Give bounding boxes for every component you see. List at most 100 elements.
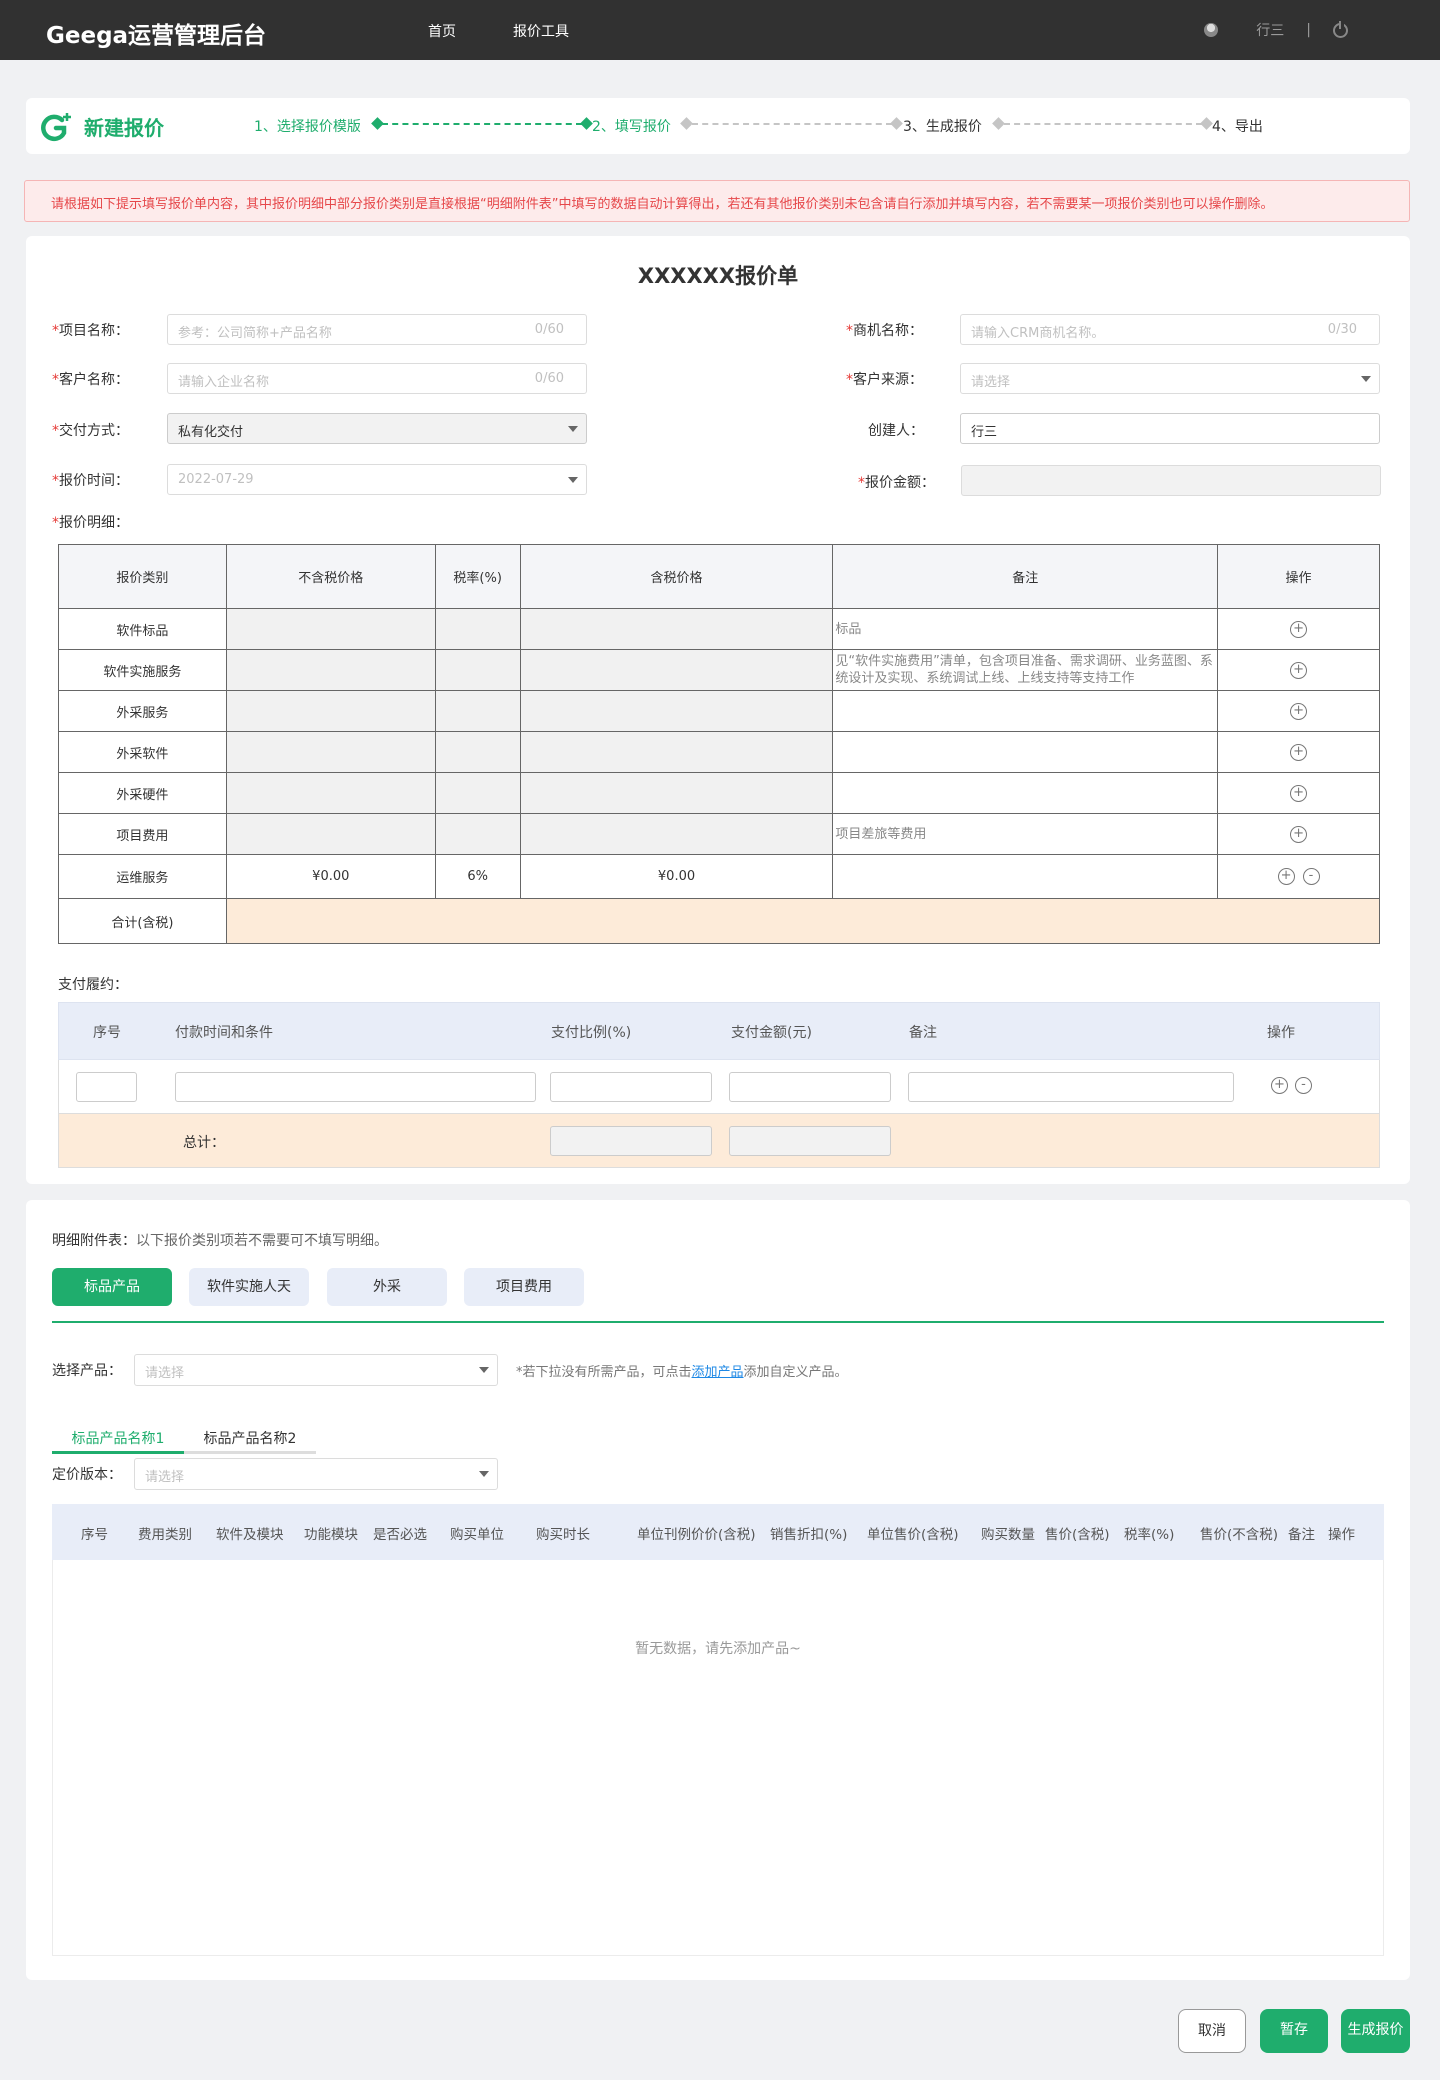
add-payment-icon[interactable]: +	[1271, 1077, 1288, 1094]
nav-quote-tool[interactable]: 报价工具	[513, 21, 569, 41]
actions-cell: +	[1217, 690, 1380, 732]
add-row-icon[interactable]: +	[1277, 868, 1295, 885]
note-cell[interactable]	[832, 854, 1219, 899]
attachment-label: 明细附件表：以下报价类别项若不需要可不填写明细。	[52, 1233, 388, 1249]
subtab-product-1[interactable]: 标品产品名称1	[52, 1418, 184, 1454]
add-row-icon[interactable]: +	[1290, 620, 1308, 638]
save-draft-button[interactable]: 暂存	[1260, 2009, 1328, 2053]
col-header-note: 备注	[832, 544, 1219, 609]
add-row-icon[interactable]: +	[1290, 661, 1308, 679]
tax-rate-cell	[434, 772, 521, 814]
tax-rate-cell	[434, 649, 521, 691]
logout-icon[interactable]	[1333, 20, 1348, 38]
product-table-header: 序号 费用类别 软件及模块 功能模块 是否必选 购买单位 购买时长 单位刊例价价…	[52, 1504, 1384, 1560]
info-alert: 请根据如下提示填写报价单内容，其中报价明细中部分报价类别是直接根据“明细附件表”…	[24, 180, 1410, 222]
user-name[interactable]: 行三	[1256, 20, 1284, 40]
payment-condition-input[interactable]	[175, 1072, 536, 1102]
note-cell[interactable]: 见“软件实施费用”清单，包含项目准备、需求调研、业务蓝图、系统设计及实现、系统调…	[832, 649, 1219, 691]
pre-tax-cell	[225, 772, 436, 814]
customer-name-input[interactable]: 请输入企业名称 0/60	[167, 363, 587, 394]
add-row-icon[interactable]: +	[1290, 784, 1308, 802]
actions-cell: +	[1217, 731, 1380, 773]
col-header: 单位售价(含税)	[867, 1527, 959, 1543]
select-product-dropdown[interactable]: 请选择	[134, 1354, 498, 1386]
pre-tax-cell[interactable]: ¥0.00	[225, 854, 436, 899]
tab-outsourced[interactable]: 外采	[327, 1268, 447, 1306]
col-header: 售价(不含税)	[1200, 1527, 1279, 1543]
pre-tax-cell	[225, 731, 436, 773]
actions-cell: +	[1217, 813, 1380, 855]
table-row: 外采服务 +	[58, 690, 1380, 732]
quote-form-card: XXXXXX报价单 *项目名称： 参考：公司简称+产品名称 0/60 *商机名称：…	[26, 236, 1410, 1184]
note-cell[interactable]: 项目差旅等费用	[832, 813, 1219, 855]
note-cell[interactable]	[832, 772, 1219, 814]
actions-cell: +	[1217, 772, 1380, 814]
with-tax-cell	[519, 813, 834, 855]
with-tax-cell	[519, 690, 834, 732]
col-header-payment-note: 备注	[909, 1025, 937, 1041]
add-row-icon[interactable]: +	[1290, 702, 1308, 720]
col-header-index: 序号	[93, 1025, 121, 1041]
tab-implementation-days[interactable]: 软件实施人天	[189, 1268, 309, 1306]
table-row: 外采硬件 +	[58, 772, 1380, 814]
payment-index-input[interactable]	[76, 1072, 137, 1102]
tax-rate-cell[interactable]: 6%	[434, 854, 521, 899]
col-header: 操作	[1328, 1527, 1355, 1543]
cancel-button[interactable]: 取消	[1178, 2009, 1246, 2053]
step-dot	[1200, 117, 1213, 130]
subtab-product-2[interactable]: 标品产品名称2	[184, 1418, 316, 1454]
note-cell[interactable]	[832, 731, 1219, 773]
total-ratio-field	[550, 1126, 712, 1156]
col-header-payment-ratio: 支付比例(%)	[551, 1025, 632, 1041]
creator-input[interactable]: 行三	[960, 413, 1380, 444]
table-row: 项目费用 项目差旅等费用 +	[58, 813, 1380, 855]
col-header: 备注	[1288, 1527, 1315, 1543]
step-connector	[692, 123, 892, 125]
with-tax-cell[interactable]: ¥0.00	[519, 854, 834, 899]
col-header-payment-actions: 操作	[1267, 1025, 1295, 1041]
user-area: 行三 |	[1204, 18, 1348, 42]
attachment-card: 明细附件表：以下报价类别项若不需要可不填写明细。 标品产品 软件实施人天 外采 …	[26, 1200, 1410, 1980]
pricing-version-dropdown[interactable]: 请选择	[134, 1458, 498, 1490]
add-product-link[interactable]: 添加产品	[692, 1365, 744, 1380]
tab-standard-product[interactable]: 标品产品	[52, 1268, 172, 1306]
avatar[interactable]	[1204, 23, 1219, 37]
app-title: Geega运营管理后台	[46, 23, 267, 49]
add-row-icon[interactable]: +	[1290, 743, 1308, 761]
col-header-category: 报价类别	[58, 544, 227, 609]
payment-amount-input[interactable]	[729, 1072, 891, 1102]
creator-label: 创建人：	[868, 423, 924, 439]
note-cell[interactable]: 标品	[832, 608, 1219, 650]
tax-rate-cell	[434, 813, 521, 855]
payment-note-input[interactable]	[908, 1072, 1234, 1102]
total-amount-field	[729, 1126, 891, 1156]
delivery-select[interactable]: 私有化交付	[167, 413, 587, 444]
project-name-input[interactable]: 参考：公司简称+产品名称 0/60	[167, 314, 587, 345]
pre-tax-cell	[225, 649, 436, 691]
opportunity-name-input[interactable]: 请输入CRM商机名称。 0/30	[960, 314, 1380, 345]
nav-home[interactable]: 首页	[428, 21, 456, 41]
table-row: 软件实施服务 见“软件实施费用”清单，包含项目准备、需求调研、业务蓝图、系统设计…	[58, 649, 1380, 691]
col-header-tax-rate: 税率(%)	[434, 544, 521, 609]
pricing-version-label: 定价版本：	[52, 1467, 122, 1483]
generate-quote-button[interactable]: 生成报价	[1341, 2009, 1410, 2053]
remove-payment-icon[interactable]: -	[1295, 1077, 1312, 1094]
payment-ratio-input[interactable]	[550, 1072, 712, 1102]
quote-date-picker[interactable]: 2022-07-29	[167, 464, 587, 495]
col-header-payment-amount: 支付金额(元)	[731, 1025, 812, 1041]
customer-source-label: *客户来源：	[846, 372, 923, 388]
remove-row-icon[interactable]: -	[1302, 868, 1320, 885]
quote-details-table: 报价类别 不含税价格 税率(%) 含税价格 备注 操作 软件标品 标品 + 软件…	[58, 544, 1381, 944]
payment-total-row: 总计：	[58, 1114, 1380, 1168]
empty-state-text: 暂无数据，请先添加产品~	[635, 1641, 801, 1657]
top-navbar: Geega运营管理后台 首页 报价工具 行三 |	[0, 0, 1440, 60]
note-cell[interactable]	[832, 690, 1219, 732]
step-select-template: 1、选择报价模版	[254, 119, 361, 135]
tab-project-expenses[interactable]: 项目费用	[464, 1268, 584, 1306]
total-row: 合计(含税)	[58, 898, 1381, 944]
add-row-icon[interactable]: +	[1290, 825, 1308, 843]
tax-rate-cell	[434, 731, 521, 773]
customer-source-select[interactable]: 请选择	[960, 363, 1380, 394]
pre-tax-cell	[225, 608, 436, 650]
divider: |	[1306, 22, 1311, 38]
